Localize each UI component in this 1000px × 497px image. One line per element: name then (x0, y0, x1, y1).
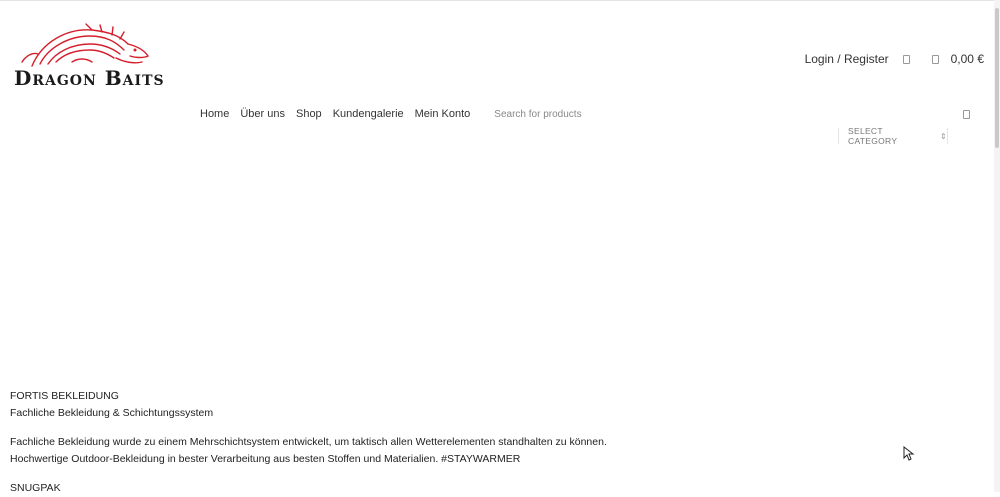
section-subheading: Fachliche Bekleidung & Schichtungssystem (10, 407, 214, 419)
main-nav: Home Über uns Shop Kundengalerie Mein Ko… (200, 108, 745, 120)
logo-text: Dragon Baits (14, 66, 165, 90)
scrollbar[interactable] (994, 0, 1000, 492)
section-paragraph-line-1: Fachliche Bekleidung wurde zu einem Mehr… (10, 436, 607, 448)
nav-item-shop[interactable]: Shop (296, 108, 322, 120)
search-input[interactable] (494, 108, 745, 120)
cart-total[interactable]: 0,00 € (951, 52, 984, 66)
section-heading: FORTIS BEKLEIDUNG (10, 390, 119, 402)
section-paragraph-line-2: Hochwertige Outdoor-Bekleidung in bester… (10, 453, 521, 465)
cart-icon[interactable] (931, 54, 939, 64)
chevron-down-icon: ⇕ (939, 131, 947, 141)
top-border (0, 0, 1000, 1)
nav-item-ueber-uns[interactable]: Über uns (240, 108, 285, 120)
category-select-label: SELECT CATEGORY (848, 126, 898, 146)
main-content: FORTIS BEKLEIDUNG Fachliche Bekleidung &… (10, 388, 607, 497)
nav-item-kundengalerie[interactable]: Kundengalerie (333, 108, 404, 120)
nav-item-mein-konto[interactable]: Mein Konto (415, 108, 471, 120)
search-icon[interactable] (963, 110, 970, 119)
compare-icon[interactable] (902, 54, 910, 64)
nav-item-home[interactable]: Home (200, 108, 229, 120)
login-register-link[interactable]: Login / Register (805, 52, 889, 66)
header-actions: Login / Register 0,00 € (805, 52, 984, 66)
category-select[interactable]: SELECT CATEGORY ⇕ (838, 126, 948, 146)
next-section-heading: SNUGPAK (10, 482, 61, 494)
site-logo[interactable]: Dragon Baits (12, 22, 172, 96)
scrollbar-thumb[interactable] (995, 8, 999, 148)
mouse-cursor-icon (903, 446, 915, 461)
